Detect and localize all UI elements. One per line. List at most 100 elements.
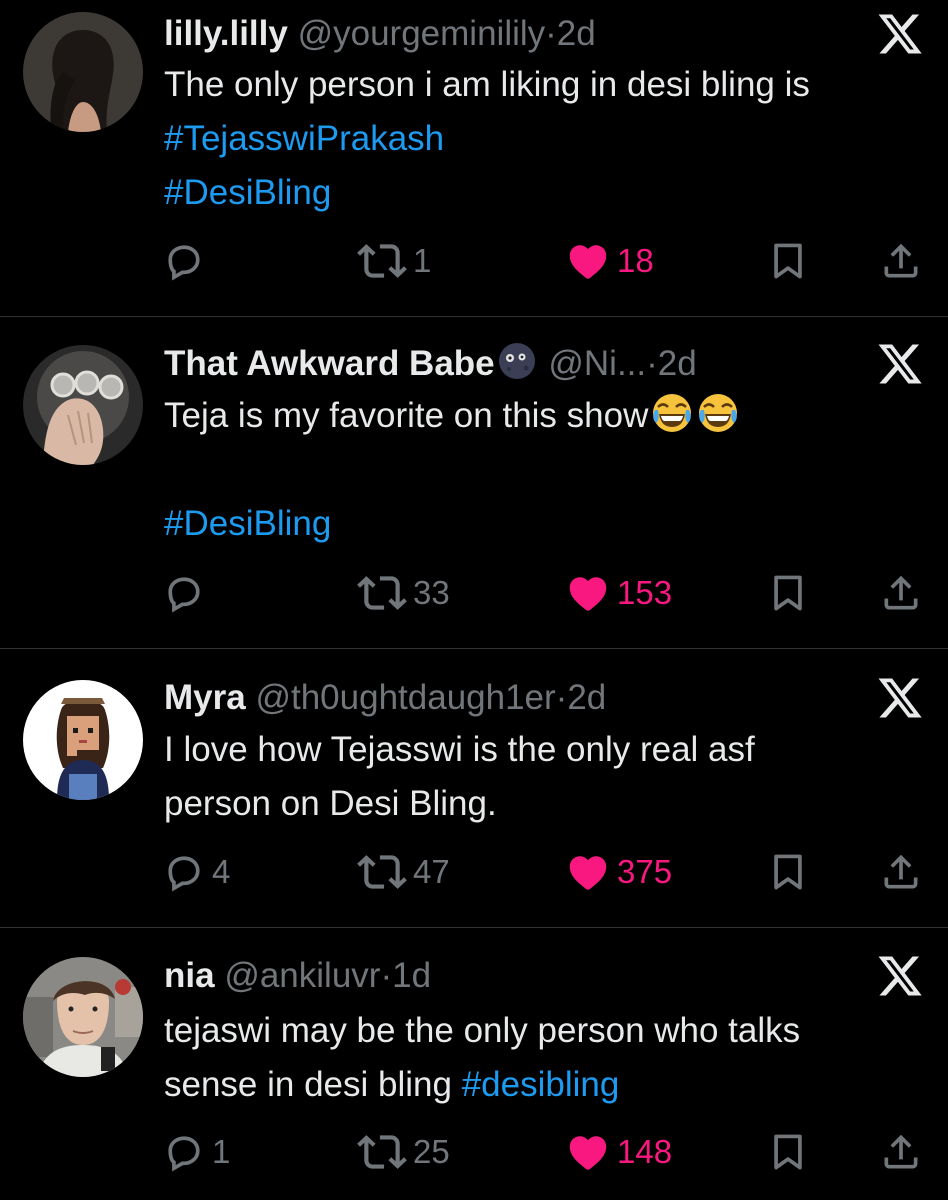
share-button[interactable] (879, 236, 923, 286)
reposts-count: 1 (413, 242, 432, 279)
repost-button[interactable]: 47 (357, 847, 450, 897)
likes-count: 375 (617, 853, 673, 890)
bookmark-button[interactable] (766, 847, 810, 897)
tweet-text-line: #TejasswiPrakash (164, 112, 934, 166)
hashtag-link[interactable]: #DesiBling (164, 173, 331, 212)
tweet-text-line (164, 443, 934, 497)
share-button[interactable] (879, 847, 923, 897)
share-button[interactable] (879, 1127, 923, 1177)
reply-icon (162, 850, 206, 894)
tweet-text: tejaswi may be the only person who talks… (164, 1004, 934, 1112)
tweet-text-line: person on Desi Bling. (164, 777, 934, 831)
tweet-header: That Awkward Babe @Ni...·2d (164, 336, 697, 392)
display-name[interactable]: That Awkward Babe (164, 344, 495, 383)
share-icon (879, 571, 923, 615)
tweet-header: nia @ankiluvr·1d (164, 948, 431, 1004)
tweet-text: Teja is my favorite on this show #DesiBli… (164, 389, 934, 551)
reposts-count: 47 (413, 853, 450, 890)
separator-dot: · (555, 678, 568, 717)
reposts-count: 25 (413, 1133, 450, 1170)
tweet-divider (0, 316, 948, 317)
tweet-text: I love how Tejasswi is the only real asf… (164, 723, 934, 831)
reposts-count: 33 (413, 574, 450, 611)
like-button[interactable]: 153 (565, 568, 672, 618)
reply-button[interactable] (162, 236, 212, 286)
repost-button[interactable]: 1 (357, 236, 431, 286)
share-icon (879, 850, 923, 894)
like-button[interactable]: 375 (565, 847, 672, 897)
tweet-text-line: Teja is my favorite on this show (164, 389, 934, 443)
user-handle[interactable]: @th0ughtdaugh1er (255, 678, 555, 717)
reply-button[interactable]: 1 (162, 1127, 230, 1177)
share-icon (879, 239, 923, 283)
bookmark-button[interactable] (766, 568, 810, 618)
bookmark-icon (766, 239, 810, 283)
likes-count: 153 (617, 574, 673, 611)
bookmark-button[interactable] (766, 236, 810, 286)
repost-button[interactable]: 33 (357, 568, 450, 618)
timestamp[interactable]: 2d (567, 678, 606, 717)
tweet-text-line: #DesiBling (164, 497, 934, 551)
heart-icon (565, 849, 611, 895)
bookmark-icon (766, 850, 810, 894)
tweet-text-segment: sense in desi bling (164, 1065, 462, 1104)
separator-dot: · (380, 956, 393, 995)
repost-icon (357, 568, 407, 618)
repost-icon (357, 847, 407, 897)
like-button[interactable]: 18 (565, 236, 654, 286)
repost-icon (357, 236, 407, 286)
bookmark-icon (766, 571, 810, 615)
hashtag-link[interactable]: #TejasswiPrakash (164, 119, 444, 158)
tweet-text-line: I love how Tejasswi is the only real asf (164, 723, 934, 777)
tweet-text-line: The only person i am liking in desi blin… (164, 58, 934, 112)
heart-icon (565, 238, 611, 284)
tweet-text-segment: tejaswi may be the only person who talks (164, 1011, 801, 1050)
tweet-actions: 4 47 375 (0, 847, 948, 897)
tweet-text-segment: person on Desi Bling. (164, 784, 497, 823)
x-logo-icon (876, 340, 924, 388)
tweet-divider (0, 927, 948, 928)
tweet-text-segment: I love how Tejasswi is the only real asf (164, 730, 755, 769)
bookmark-button[interactable] (766, 1127, 810, 1177)
timestamp[interactable]: 2d (658, 344, 697, 383)
tweet-text-segment: Teja is my favorite on this show (164, 396, 649, 435)
avatar[interactable] (23, 957, 143, 1077)
tweet-text-line: #DesiBling (164, 166, 934, 220)
display-name[interactable]: Myra (164, 678, 246, 717)
reply-icon (162, 1130, 206, 1174)
reply-button[interactable] (162, 568, 212, 618)
user-handle[interactable]: @ankiluvr (224, 956, 380, 995)
new-moon-face-icon (497, 341, 537, 381)
timestamp[interactable]: 1d (392, 956, 431, 995)
user-handle[interactable]: @Ni... (548, 344, 646, 383)
display-name[interactable]: lilly.lilly (164, 14, 288, 53)
share-button[interactable] (879, 568, 923, 618)
reply-button[interactable]: 4 (162, 847, 230, 897)
tweet-text-line: tejaswi may be the only person who talks (164, 1004, 934, 1058)
tweet-header: Myra @th0ughtdaugh1er·2d (164, 670, 606, 726)
x-logo-icon (876, 10, 924, 58)
bookmark-icon (766, 1130, 810, 1174)
tweet-actions: 1 18 (0, 236, 948, 286)
reply-icon (162, 239, 206, 283)
tweet-actions: 1 25 148 (0, 1127, 948, 1177)
tweet-divider (0, 648, 948, 649)
x-logo-icon (876, 952, 924, 1000)
repost-button[interactable]: 25 (357, 1127, 450, 1177)
face-with-tears-of-joy-icon (696, 391, 740, 435)
timestamp[interactable]: 2d (557, 14, 596, 53)
avatar[interactable] (23, 680, 143, 800)
heart-icon (565, 1129, 611, 1175)
hashtag-link[interactable]: #DesiBling (164, 504, 331, 543)
likes-count: 148 (617, 1133, 673, 1170)
separator-dot: · (646, 344, 658, 383)
like-button[interactable]: 148 (565, 1127, 672, 1177)
reply-icon (162, 571, 206, 615)
user-handle[interactable]: @yourgeminilily (298, 14, 546, 53)
tweet-text-segment: The only person i am liking in desi blin… (164, 65, 810, 104)
avatar[interactable] (23, 12, 143, 132)
hashtag-link[interactable]: #desibling (462, 1065, 620, 1104)
tweet-header: lilly.lilly @yourgeminilily·2d (164, 6, 596, 62)
display-name[interactable]: nia (164, 956, 215, 995)
avatar[interactable] (23, 345, 143, 465)
